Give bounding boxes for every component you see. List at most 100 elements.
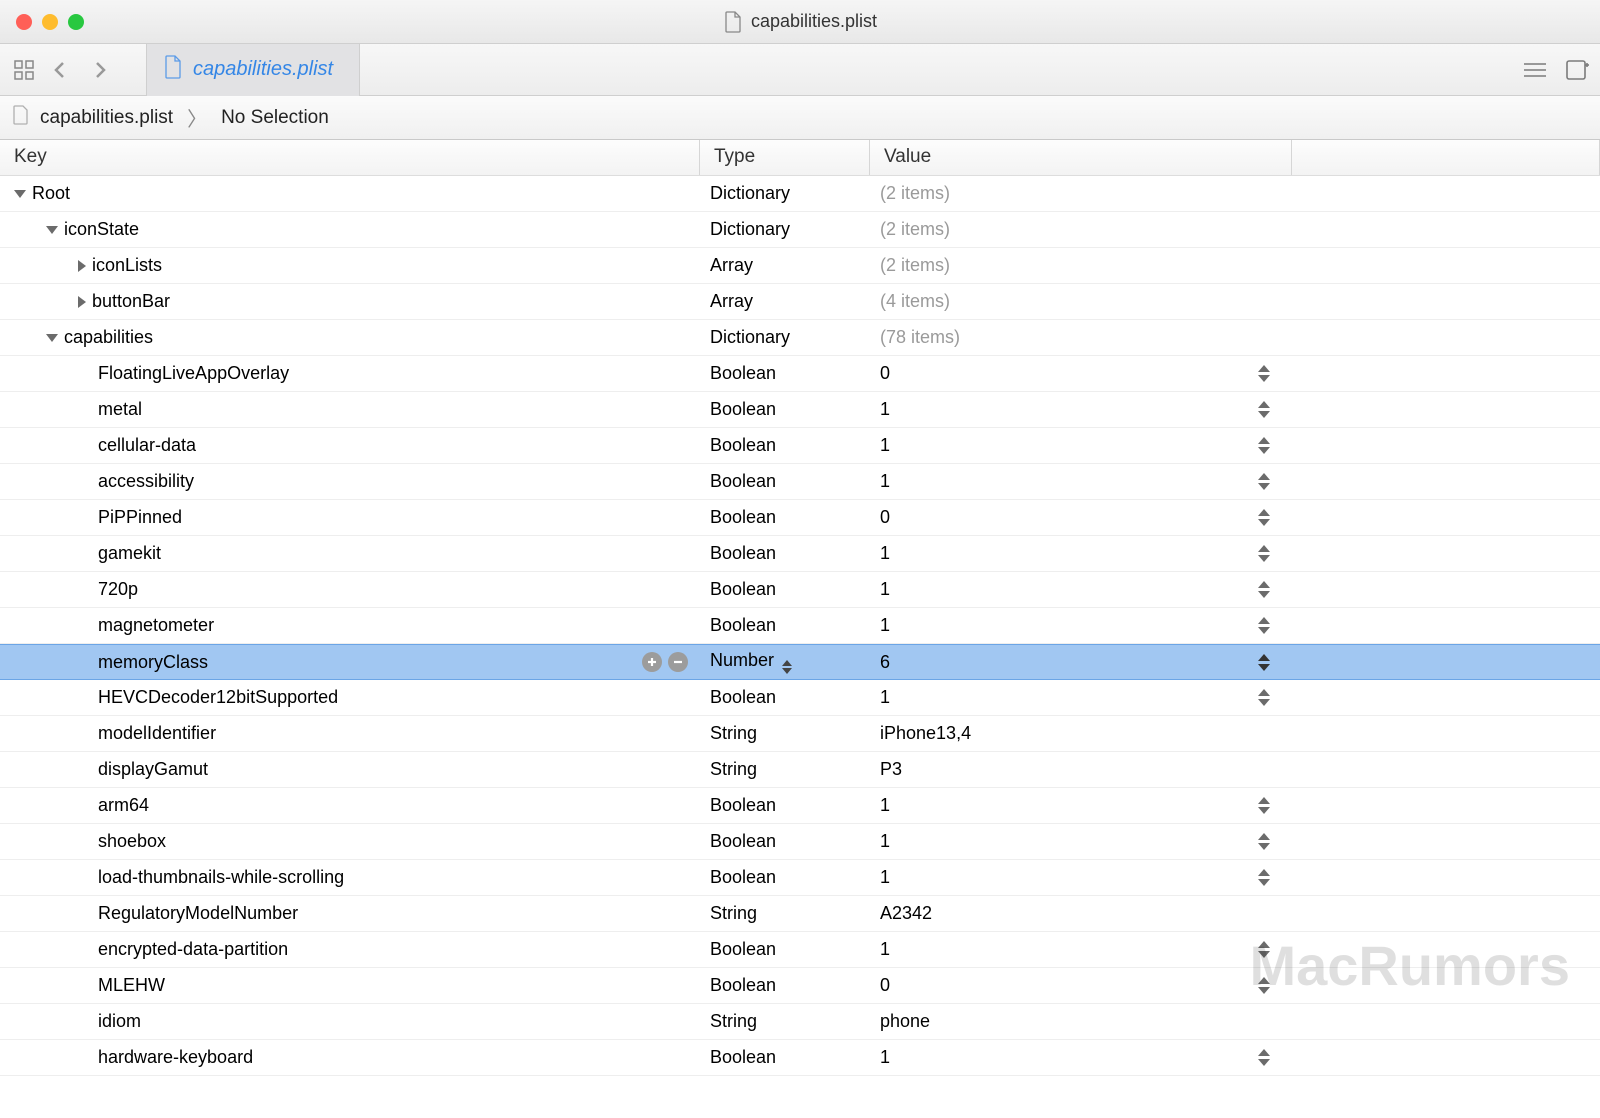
type-cell[interactable]: Boolean [700, 867, 870, 888]
value-stepper[interactable] [1258, 940, 1272, 960]
type-cell[interactable]: Boolean [700, 615, 870, 636]
value-cell[interactable]: phone [870, 1011, 1292, 1032]
value-stepper[interactable] [1258, 868, 1272, 888]
value-stepper[interactable] [1258, 796, 1272, 816]
plist-row[interactable]: HEVCDecoder12bitSupportedBoolean1 [0, 680, 1600, 716]
plist-row[interactable]: RegulatoryModelNumberStringA2342 [0, 896, 1600, 932]
key-cell[interactable]: MLEHW [0, 975, 700, 996]
value-cell[interactable]: 1 [870, 1047, 1292, 1068]
value-cell[interactable]: 1 [870, 435, 1292, 456]
plist-row[interactable]: RootDictionary(2 items) [0, 176, 1600, 212]
value-cell[interactable]: (2 items) [870, 219, 1292, 240]
value-stepper[interactable] [1258, 436, 1272, 456]
value-stepper[interactable] [1258, 976, 1272, 996]
disclosure-triangle-icon[interactable] [14, 190, 26, 198]
value-stepper[interactable] [1258, 1048, 1272, 1068]
value-cell[interactable]: 0 [870, 975, 1292, 996]
plist-row[interactable]: accessibilityBoolean1 [0, 464, 1600, 500]
value-cell[interactable]: 1 [870, 687, 1292, 708]
value-stepper[interactable] [1258, 400, 1272, 420]
key-cell[interactable]: HEVCDecoder12bitSupported [0, 687, 700, 708]
plist-row[interactable]: arm64Boolean1 [0, 788, 1600, 824]
value-cell[interactable]: (4 items) [870, 291, 1292, 312]
type-cell[interactable]: Array [700, 255, 870, 276]
breadcrumb-file[interactable]: capabilities.plist [40, 107, 173, 129]
type-cell[interactable]: Boolean [700, 687, 870, 708]
key-cell[interactable]: idiom [0, 1011, 700, 1032]
key-cell[interactable]: cellular-data [0, 435, 700, 456]
add-editor-button[interactable] [1566, 60, 1590, 80]
plist-row[interactable]: iconStateDictionary(2 items) [0, 212, 1600, 248]
key-cell[interactable]: gamekit [0, 543, 700, 564]
key-cell[interactable]: iconLists [0, 255, 700, 276]
value-cell[interactable]: P3 [870, 759, 1292, 780]
key-cell[interactable]: magnetometer [0, 615, 700, 636]
plist-row[interactable]: displayGamutStringP3 [0, 752, 1600, 788]
type-cell[interactable]: Boolean [700, 579, 870, 600]
type-cell[interactable]: Boolean [700, 399, 870, 420]
value-stepper[interactable] [1258, 580, 1272, 600]
type-cell[interactable]: Array [700, 291, 870, 312]
plist-row[interactable]: cellular-dataBoolean1 [0, 428, 1600, 464]
disclosure-triangle-icon[interactable] [78, 296, 86, 308]
key-cell[interactable]: buttonBar [0, 291, 700, 312]
disclosure-triangle-icon[interactable] [46, 226, 58, 234]
plist-row[interactable]: capabilitiesDictionary(78 items) [0, 320, 1600, 356]
header-value[interactable]: Value [870, 140, 1292, 175]
forward-button[interactable] [82, 52, 118, 88]
type-cell[interactable]: Boolean [700, 507, 870, 528]
type-cell[interactable]: Boolean [700, 975, 870, 996]
plist-row[interactable]: PiPPinnedBoolean0 [0, 500, 1600, 536]
key-cell[interactable]: displayGamut [0, 759, 700, 780]
key-cell[interactable]: capabilities [0, 327, 700, 348]
header-key[interactable]: Key [0, 140, 700, 175]
type-cell[interactable]: Dictionary [700, 327, 870, 348]
plist-row[interactable]: memoryClassNumber6 [0, 644, 1600, 680]
key-cell[interactable]: iconState [0, 219, 700, 240]
type-cell[interactable]: String [700, 759, 870, 780]
value-cell[interactable]: 1 [870, 615, 1292, 636]
plist-row[interactable]: FloatingLiveAppOverlayBoolean0 [0, 356, 1600, 392]
header-type[interactable]: Type [700, 140, 870, 175]
key-cell[interactable]: modelIdentifier [0, 723, 700, 744]
key-cell[interactable]: encrypted-data-partition [0, 939, 700, 960]
value-cell[interactable]: 0 [870, 507, 1292, 528]
type-cell[interactable]: String [700, 903, 870, 924]
editor-options-button[interactable] [1522, 60, 1548, 80]
disclosure-triangle-icon[interactable] [46, 334, 58, 342]
key-cell[interactable]: Root [0, 183, 700, 204]
value-cell[interactable]: 1 [870, 867, 1292, 888]
type-cell[interactable]: Dictionary [700, 183, 870, 204]
type-popup-stepper[interactable] [782, 660, 792, 674]
type-cell[interactable]: Boolean [700, 1047, 870, 1068]
key-cell[interactable]: accessibility [0, 471, 700, 492]
value-cell[interactable]: iPhone13,4 [870, 723, 1292, 744]
key-cell[interactable]: 720p [0, 579, 700, 600]
value-stepper[interactable] [1258, 364, 1272, 384]
add-row-button[interactable] [642, 652, 662, 672]
value-cell[interactable]: (78 items) [870, 327, 1292, 348]
value-stepper[interactable] [1258, 652, 1272, 672]
value-stepper[interactable] [1258, 508, 1272, 528]
value-cell[interactable]: (2 items) [870, 183, 1292, 204]
plist-row[interactable]: idiomStringphone [0, 1004, 1600, 1040]
editor-tab[interactable]: capabilities.plist [146, 44, 360, 96]
type-cell[interactable]: Number [700, 650, 870, 674]
key-cell[interactable]: load-thumbnails-while-scrolling [0, 867, 700, 888]
type-cell[interactable]: String [700, 1011, 870, 1032]
type-cell[interactable]: Boolean [700, 363, 870, 384]
type-cell[interactable]: Dictionary [700, 219, 870, 240]
plist-row[interactable]: MLEHWBoolean0 [0, 968, 1600, 1004]
type-cell[interactable]: Boolean [700, 543, 870, 564]
minimize-window-button[interactable] [42, 14, 58, 30]
type-cell[interactable]: Boolean [700, 435, 870, 456]
remove-row-button[interactable] [668, 652, 688, 672]
close-window-button[interactable] [16, 14, 32, 30]
show-related-items-button[interactable] [10, 56, 38, 84]
plist-row[interactable]: iconListsArray(2 items) [0, 248, 1600, 284]
value-stepper[interactable] [1258, 544, 1272, 564]
value-cell[interactable]: A2342 [870, 903, 1292, 924]
key-cell[interactable]: RegulatoryModelNumber [0, 903, 700, 924]
key-cell[interactable]: memoryClass [0, 652, 700, 673]
plist-row[interactable]: load-thumbnails-while-scrollingBoolean1 [0, 860, 1600, 896]
